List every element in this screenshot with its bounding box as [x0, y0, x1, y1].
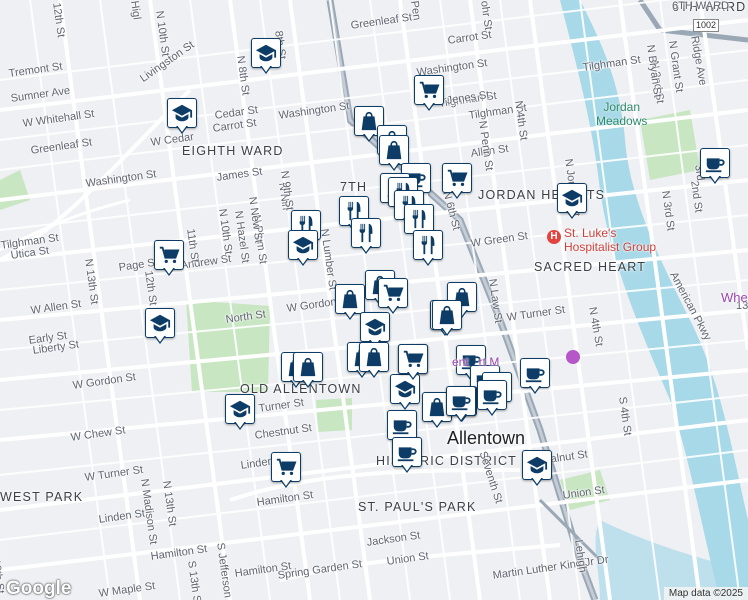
school-icon	[251, 38, 281, 68]
shopping-icon	[335, 284, 365, 314]
shopping-marker[interactable]	[293, 352, 323, 390]
neighborhood-label: WEST PARK	[0, 490, 84, 504]
map-view[interactable]: EIGHTH WARD 7TH JORDAN HEIGHTS SACRED HEART…	[0, 0, 748, 600]
marker-pointer	[176, 125, 188, 134]
school-icon	[360, 312, 390, 342]
hospital-icon[interactable]: H	[547, 230, 561, 244]
school-marker[interactable]	[522, 450, 552, 488]
restaurant-icon	[413, 230, 443, 260]
marker-pointer	[368, 369, 380, 378]
museum-icon[interactable]	[566, 350, 580, 364]
marker-pointer	[234, 421, 246, 430]
grocery-icon	[442, 163, 472, 193]
marker-pointer	[423, 102, 435, 111]
marker-pointer	[399, 401, 411, 410]
street-label: Pen	[408, 0, 423, 22]
marker-pointer	[344, 311, 356, 320]
school-icon	[167, 98, 197, 128]
marker-pointer	[441, 327, 453, 336]
grocery-marker[interactable]	[442, 163, 472, 201]
school-icon	[522, 450, 552, 480]
grocery-marker[interactable]	[154, 240, 184, 278]
neighborhood-label: ST. PAUL'S PARK	[358, 500, 477, 514]
coffee-icon	[477, 380, 507, 410]
shopping-marker[interactable]	[432, 300, 462, 338]
school-icon	[145, 308, 175, 338]
marker-pointer	[422, 257, 434, 266]
grocery-marker[interactable]	[414, 75, 444, 113]
school-icon	[225, 394, 255, 424]
coffee-icon	[700, 148, 730, 178]
grocery-marker[interactable]	[378, 278, 408, 316]
marker-pointer	[363, 133, 375, 142]
marker-pointer	[163, 267, 175, 276]
marker-pointer	[531, 477, 543, 486]
marker-pointer	[431, 419, 443, 428]
park-label: Jordan Meadows	[596, 100, 648, 128]
marker-pointer	[451, 190, 463, 199]
school-marker[interactable]	[288, 230, 318, 268]
restaurant-icon	[351, 218, 381, 248]
school-marker[interactable]	[167, 98, 197, 136]
city-label: Allentown	[447, 428, 526, 448]
marker-pointer	[486, 407, 498, 416]
street-label: Higl	[128, 0, 143, 21]
marker-pointer	[709, 175, 721, 184]
grocery-icon	[414, 75, 444, 105]
marker-pointer	[407, 371, 419, 380]
coffee-icon	[446, 386, 476, 416]
grocery-icon	[378, 278, 408, 308]
school-marker[interactable]	[557, 183, 587, 221]
school-icon	[288, 230, 318, 260]
marker-pointer	[566, 210, 578, 219]
marker-pointer	[388, 162, 400, 171]
marker-pointer	[260, 65, 272, 74]
school-marker[interactable]	[225, 394, 255, 432]
grocery-icon	[271, 452, 301, 482]
shopping-icon	[293, 352, 323, 382]
street-label: 6TH WARD	[672, 0, 730, 12]
coffee-marker[interactable]	[392, 437, 422, 475]
coffee-marker[interactable]	[700, 148, 730, 186]
grocery-icon	[398, 344, 428, 374]
arts-center-label[interactable]: ent rt M	[452, 355, 499, 369]
shopping-icon	[379, 135, 409, 165]
marker-pointer	[529, 385, 541, 394]
grocery-marker[interactable]	[398, 344, 428, 382]
shopping-icon	[432, 300, 462, 330]
grocery-marker[interactable]	[271, 452, 301, 490]
museum-label[interactable]: Whe	[721, 290, 748, 305]
coffee-marker[interactable]	[477, 380, 507, 418]
neighborhood-label: EIGHTH WARD	[182, 144, 284, 158]
coffee-marker[interactable]	[446, 386, 476, 424]
school-marker[interactable]	[145, 308, 175, 346]
shopping-marker[interactable]	[359, 342, 389, 380]
neighborhood-label: SACRED HEART	[534, 260, 647, 274]
hospital-label[interactable]: St. Luke's Hospitalist Group	[564, 226, 656, 254]
school-marker[interactable]	[251, 38, 281, 76]
shopping-icon	[359, 342, 389, 372]
route-shield: 1002	[693, 19, 720, 32]
coffee-icon	[520, 358, 550, 388]
coffee-icon	[392, 437, 422, 467]
marker-pointer	[455, 413, 467, 422]
school-icon	[557, 183, 587, 213]
coffee-marker[interactable]	[520, 358, 550, 396]
marker-pointer	[302, 379, 314, 388]
grocery-icon	[154, 240, 184, 270]
marker-pointer	[360, 245, 372, 254]
coffee-icon	[387, 410, 417, 440]
marker-pointer	[297, 257, 309, 266]
google-logo: Google	[6, 578, 72, 599]
restaurant-marker[interactable]	[351, 218, 381, 256]
marker-pointer	[280, 479, 292, 488]
marker-pointer	[154, 335, 166, 344]
marker-pointer	[401, 464, 413, 473]
restaurant-marker[interactable]	[413, 230, 443, 268]
map-attribution: Map data ©2025	[663, 587, 748, 600]
neighborhood-label: 7TH	[340, 180, 368, 194]
